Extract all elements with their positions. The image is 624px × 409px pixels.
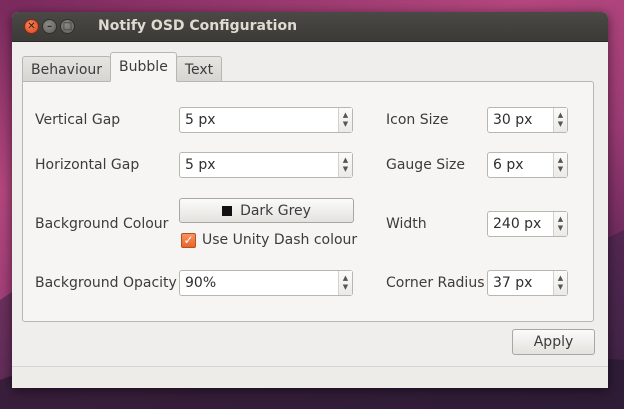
- chevron-up-icon[interactable]: ▲: [558, 156, 563, 165]
- window-title: Notify OSD Configuration: [98, 18, 298, 34]
- gauge-size-value[interactable]: 6 px: [488, 157, 553, 173]
- notify-osd-config-window: ✕ – □ Notify OSD Configuration Behaviour…: [12, 12, 608, 388]
- background-opacity-spinbutton[interactable]: 90% ▲ ▼: [179, 270, 353, 296]
- icon-size-spinbutton[interactable]: 30 px ▲ ▼: [487, 107, 568, 133]
- chevron-down-icon[interactable]: ▼: [558, 165, 563, 174]
- background-colour-label: Background Colour: [35, 216, 169, 232]
- chevron-up-icon[interactable]: ▲: [343, 274, 348, 283]
- close-window-button[interactable]: ✕: [24, 19, 39, 34]
- background-opacity-value[interactable]: 90%: [180, 275, 338, 291]
- status-bar: [12, 366, 608, 388]
- vertical-gap-label: Vertical Gap: [35, 112, 121, 128]
- corner-radius-stepper[interactable]: ▲ ▼: [553, 271, 567, 295]
- chevron-down-icon[interactable]: ▼: [343, 283, 348, 292]
- corner-radius-label: Corner Radius: [386, 275, 485, 291]
- tab-bar: Behaviour Bubble Text: [22, 52, 223, 82]
- colour-swatch-icon: [222, 205, 233, 216]
- maximize-window-button[interactable]: □: [60, 19, 75, 34]
- horizontal-gap-value[interactable]: 5 px: [180, 157, 338, 173]
- gauge-size-label: Gauge Size: [386, 157, 465, 173]
- chevron-down-icon[interactable]: ▼: [558, 283, 563, 292]
- tab-behaviour[interactable]: Behaviour: [22, 56, 112, 82]
- titlebar: ✕ – □ Notify OSD Configuration: [12, 12, 608, 42]
- icon-size-stepper[interactable]: ▲ ▼: [553, 108, 567, 132]
- background-colour-value: Dark Grey: [240, 202, 311, 219]
- width-value[interactable]: 240 px: [488, 216, 553, 232]
- width-spinbutton[interactable]: 240 px ▲ ▼: [487, 211, 568, 237]
- bubble-settings-panel: Vertical Gap 5 px ▲ ▼ Horizontal Gap 5 px…: [22, 81, 594, 322]
- apply-button[interactable]: Apply: [512, 329, 595, 355]
- vertical-gap-stepper[interactable]: ▲ ▼: [338, 108, 352, 132]
- icon-size-label: Icon Size: [386, 112, 449, 128]
- minimize-window-button[interactable]: –: [42, 19, 57, 34]
- horizontal-gap-label: Horizontal Gap: [35, 157, 140, 173]
- horizontal-gap-stepper[interactable]: ▲ ▼: [338, 153, 352, 177]
- vertical-gap-spinbutton[interactable]: 5 px ▲ ▼: [179, 107, 353, 133]
- tab-bubble[interactable]: Bubble: [110, 52, 177, 82]
- vertical-gap-value[interactable]: 5 px: [180, 112, 338, 128]
- background-opacity-label: Background Opacity: [35, 275, 177, 291]
- use-unity-dash-label[interactable]: Use Unity Dash colour: [202, 232, 357, 248]
- corner-radius-value[interactable]: 37 px: [488, 275, 553, 291]
- chevron-down-icon[interactable]: ▼: [558, 224, 563, 233]
- chevron-up-icon[interactable]: ▲: [558, 215, 563, 224]
- chevron-up-icon[interactable]: ▲: [343, 156, 348, 165]
- corner-radius-spinbutton[interactable]: 37 px ▲ ▼: [487, 270, 568, 296]
- background-opacity-stepper[interactable]: ▲ ▼: [338, 271, 352, 295]
- chevron-down-icon[interactable]: ▼: [558, 120, 563, 129]
- icon-size-value[interactable]: 30 px: [488, 112, 553, 128]
- gauge-size-stepper[interactable]: ▲ ▼: [553, 153, 567, 177]
- chevron-down-icon[interactable]: ▼: [343, 120, 348, 129]
- chevron-down-icon[interactable]: ▼: [343, 165, 348, 174]
- chevron-up-icon[interactable]: ▲: [343, 111, 348, 120]
- width-stepper[interactable]: ▲ ▼: [553, 212, 567, 236]
- chevron-up-icon[interactable]: ▲: [558, 111, 563, 120]
- horizontal-gap-spinbutton[interactable]: 5 px ▲ ▼: [179, 152, 353, 178]
- background-colour-button[interactable]: Dark Grey: [179, 198, 354, 223]
- tab-text[interactable]: Text: [175, 56, 223, 82]
- use-unity-dash-checkbox[interactable]: ✓: [181, 233, 196, 248]
- chevron-up-icon[interactable]: ▲: [558, 274, 563, 283]
- gauge-size-spinbutton[interactable]: 6 px ▲ ▼: [487, 152, 568, 178]
- width-label: Width: [386, 216, 427, 232]
